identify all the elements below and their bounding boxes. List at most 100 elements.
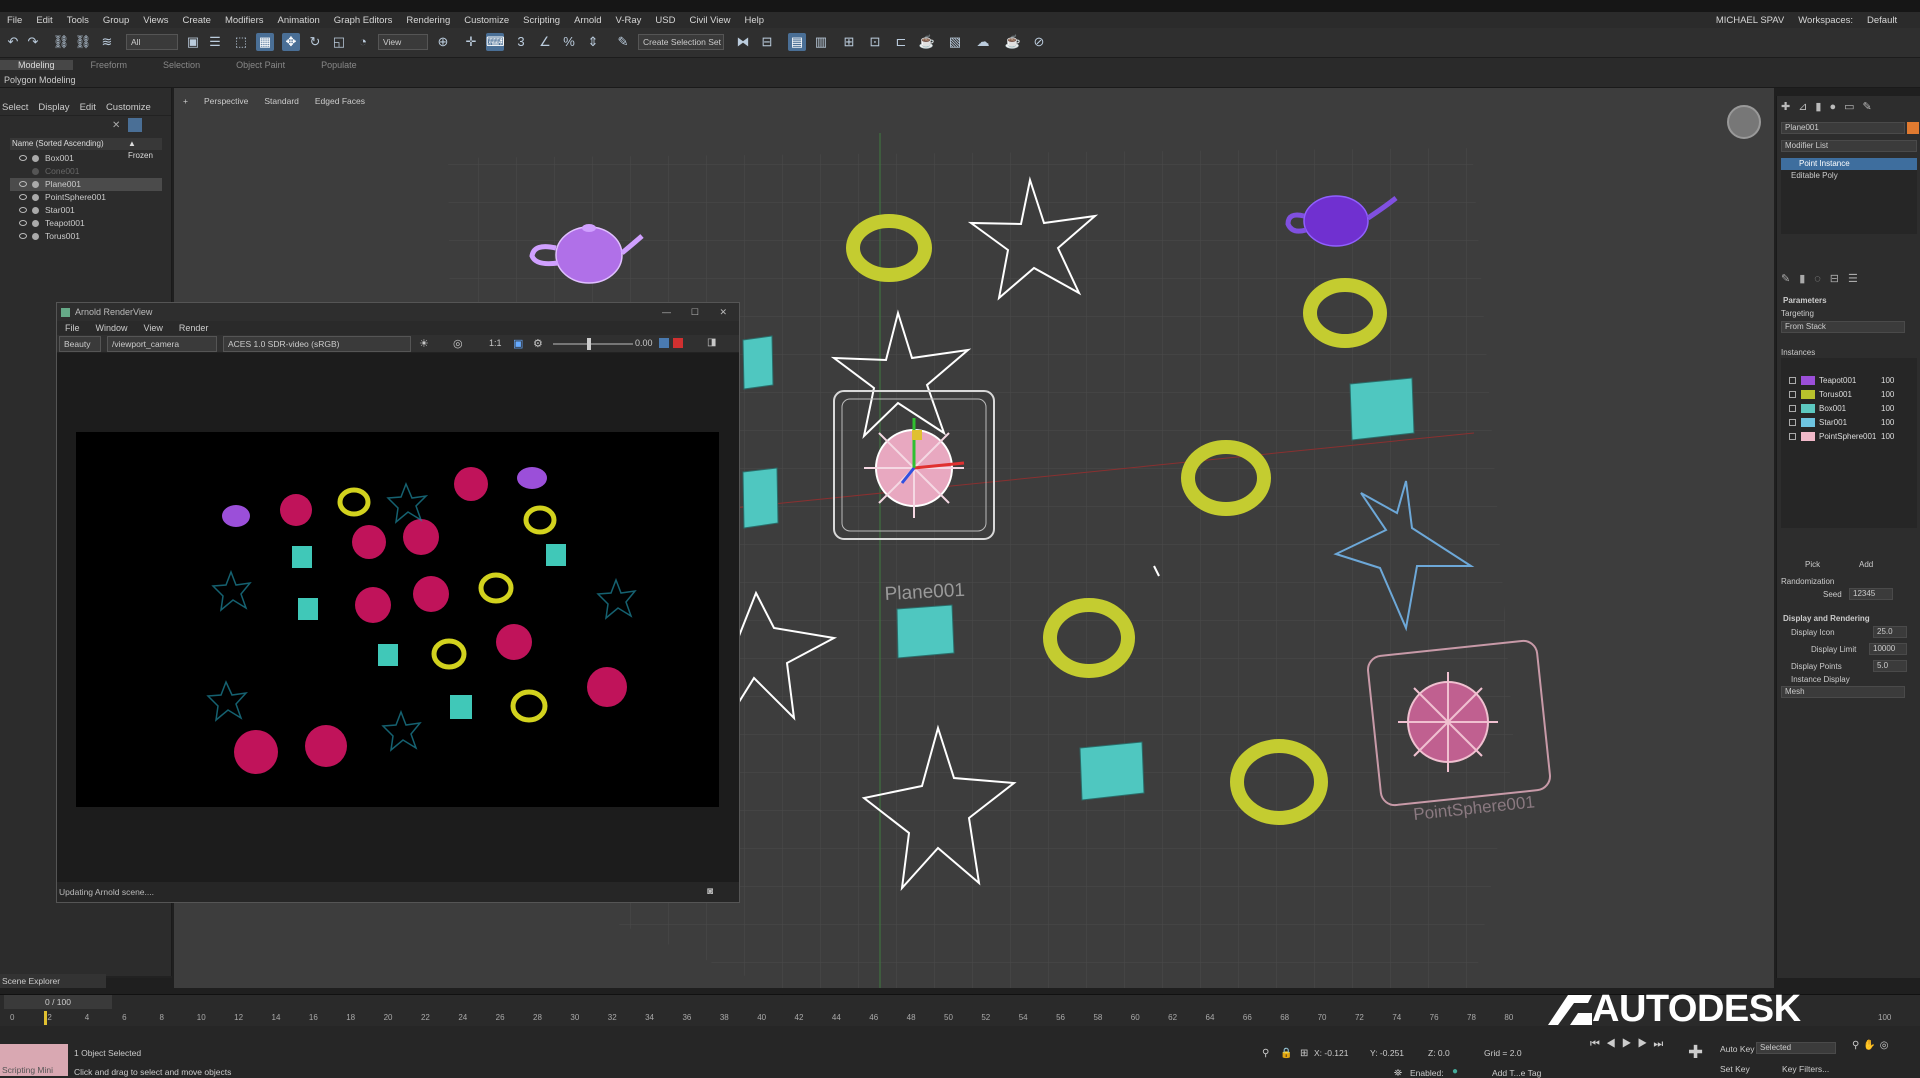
add-time-tag[interactable]: Add T...e Tag [1492,1068,1541,1078]
viewport-pov-menu[interactable]: Perspective [196,96,256,110]
menu-arnold[interactable]: Arnold [567,15,608,26]
explorer-menu-customize[interactable]: Customize [104,102,159,113]
renderview-menu-file[interactable]: File [57,321,88,335]
viewport-nav-icons[interactable]: ⚲✋◎ [1852,1040,1893,1051]
command-panel-tabs[interactable]: ✚⊿▮●▭✎ [1781,100,1917,114]
viewport-shading-edged-faces[interactable]: Edged Faces [307,96,373,110]
instance-checkbox[interactable] [1789,405,1796,412]
menu-tools[interactable]: Tools [60,15,96,26]
workspace-dropdown[interactable]: Default [1860,15,1920,26]
display-rendering-rollout[interactable]: Display and Rendering [1783,614,1870,623]
menu-group[interactable]: Group [96,15,136,26]
object-name-field[interactable]: Plane001 [1781,122,1905,134]
snaps-toggle-icon[interactable]: 3 [512,33,530,51]
close-icon[interactable]: ✕ [719,303,727,321]
select-rotate-icon[interactable]: ↻ [306,33,324,51]
display-limit-field[interactable]: 10000 [1869,643,1907,655]
visibility-icon[interactable] [19,194,27,200]
renderview-menu-view[interactable]: View [136,321,171,335]
instance-weight[interactable]: 100 [1881,374,1894,387]
visibility-icon[interactable] [19,181,27,187]
settings-gear-icon[interactable]: ⚙ [533,337,543,350]
render-start-icon[interactable] [659,338,669,348]
parameters-rollout[interactable]: Parameters [1783,296,1827,305]
instance-checkbox[interactable] [1789,419,1796,426]
instance-weight[interactable]: 100 [1881,430,1894,443]
viewport-general-menu[interactable]: + [175,96,196,110]
menu-civil-view[interactable]: Civil View [682,15,737,26]
targeting-dropdown[interactable]: From Stack [1781,321,1905,333]
bind-space-warp-icon[interactable]: ≋ [98,33,116,51]
renderview-menu-window[interactable]: Window [88,321,136,335]
select-move-icon[interactable]: ✥ [282,33,300,51]
time-slider[interactable]: 0 / 100 [4,995,112,1009]
explorer-menu-display[interactable]: Display [36,102,77,113]
region-icon[interactable]: ◎ [453,337,463,350]
named-selection-dropdown[interactable]: Create Selection Set [638,34,724,50]
menu-scripting[interactable]: Scripting [516,15,567,26]
angle-snap-icon[interactable]: ∠ [536,33,554,51]
menu-rendering[interactable]: Rendering [399,15,457,26]
refresh-icon[interactable]: ☀ [419,337,429,350]
material-editor-icon[interactable]: ⊏ [892,33,910,51]
aov-dropdown[interactable]: Beauty [59,336,101,352]
seed-field[interactable]: 12345 [1849,588,1893,600]
select-by-name-icon[interactable]: ☰ [206,33,224,51]
stack-item-point-instance[interactable]: Point Instance [1781,158,1917,170]
scene-explorer-tab[interactable]: Scene Explorer [0,974,106,988]
toggle-ribbon-icon[interactable]: ▥ [812,33,830,51]
add-button[interactable]: Add [1859,560,1873,569]
instance-display-dropdown[interactable]: Mesh [1781,686,1905,698]
explorer-name-column[interactable]: Name (Sorted Ascending) [12,139,104,148]
arnold-render-icon[interactable]: ☕ [1004,33,1022,51]
render-setup-icon[interactable]: ☕ [918,33,936,51]
object-color-swatch[interactable] [1907,122,1919,134]
display-points-label[interactable]: Display Points [1791,662,1842,671]
ribbon-subtitle[interactable]: Polygon Modeling [0,72,1920,88]
set-key-icon[interactable]: ✚ [1688,1042,1703,1063]
undo-icon[interactable]: ↶ [4,33,22,51]
rendered-frame-icon[interactable]: ▧ [946,33,964,51]
instance-row-torus[interactable]: Torus001 100 [1789,388,1917,401]
unlink-icon[interactable]: ⛓ [74,33,92,51]
crop-icon[interactable]: ▣ [513,337,523,350]
exposure-slider[interactable] [553,343,633,345]
exposure-slider-handle[interactable] [587,338,591,350]
rect-selection-icon[interactable]: ⬚ [232,33,250,51]
lock-selection-icon[interactable]: 🔒 [1280,1048,1292,1059]
menu-edit[interactable]: Edit [29,15,59,26]
redo-icon[interactable]: ↷ [24,33,42,51]
instance-row-box[interactable]: Box001 100 [1789,402,1917,415]
link-icon[interactable]: ⛓ [52,33,70,51]
display-points-field[interactable]: 5.0 [1873,660,1907,672]
select-object-icon[interactable]: ▣ [184,33,202,51]
menu-graph-editors[interactable]: Graph Editors [327,15,400,26]
mirror-icon[interactable]: ⧓ [734,33,752,51]
maximize-icon[interactable]: ☐ [691,303,699,321]
window-crossing-icon[interactable]: ▦ [256,33,274,51]
explorer-menu-edit[interactable]: Edit [78,102,104,113]
instance-weight[interactable]: 100 [1881,388,1894,401]
layer-explorer-icon[interactable]: ▤ [788,33,806,51]
selection-lock-icon[interactable]: ⛯ [1394,1068,1402,1078]
menu-customize[interactable]: Customize [457,15,516,26]
instance-checkbox[interactable] [1789,391,1796,398]
display-icon-label[interactable]: Display Icon [1791,628,1835,637]
menu-help[interactable]: Help [738,15,772,26]
auto-key-button[interactable]: Auto Key [1720,1044,1755,1054]
place-icon[interactable]: ◔ [354,33,372,51]
viewcube-icon[interactable] [1727,105,1761,139]
list-item[interactable]: Cone001 [10,165,162,178]
tab-selection[interactable]: Selection [145,60,218,70]
zoom-ratio[interactable]: 1:1 [489,338,502,348]
keyboard-shortcut-icon[interactable]: ⌨ [486,33,505,51]
selection-filter-dropdown[interactable]: All [126,34,178,50]
isolate-icon[interactable]: ⚲ [1262,1048,1269,1059]
percent-snap-icon[interactable]: % [560,33,578,51]
tab-freeform[interactable]: Freeform [73,60,146,70]
user-name[interactable]: MICHAEL SPAV [1709,15,1791,26]
render-in-cloud-icon[interactable]: ⊘ [1030,33,1048,51]
coord-y[interactable]: Y: -0.251 [1370,1048,1404,1058]
key-selection-dropdown[interactable]: Selected [1756,1042,1836,1054]
instance-checkbox[interactable] [1789,377,1796,384]
